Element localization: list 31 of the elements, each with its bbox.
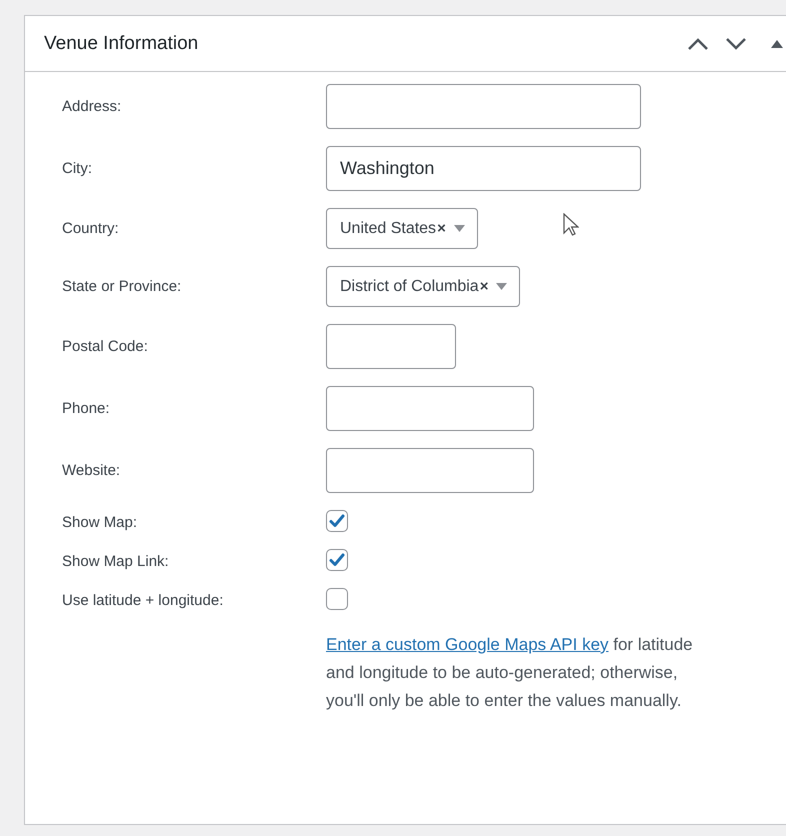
text-field[interactable] (326, 324, 456, 369)
caret-icon (454, 225, 465, 232)
field-label: Address: (62, 98, 122, 115)
field-label: City: (62, 160, 93, 177)
caret-icon (496, 283, 508, 290)
field-label: Show Map: (62, 514, 138, 531)
select-field[interactable]: United States× (326, 208, 478, 249)
collapse-button[interactable] (771, 40, 783, 48)
field-label: Show Map Link: (62, 553, 170, 570)
field-label: Use latitude + longitude: (62, 592, 224, 609)
move-up-button[interactable] (687, 36, 709, 50)
text-field[interactable]: Washington (326, 146, 641, 191)
panel-title: Venue Information (44, 32, 200, 54)
checkbox[interactable] (326, 549, 348, 571)
text-field[interactable] (326, 84, 641, 129)
pointer-icon (563, 213, 579, 237)
checkbox[interactable] (326, 510, 348, 532)
text-field[interactable] (326, 448, 534, 493)
move-down-button[interactable] (725, 36, 747, 50)
field-label: Website: (62, 462, 122, 479)
text-field[interactable] (326, 386, 534, 431)
field-label: Postal Code: (62, 338, 149, 355)
checkbox[interactable] (326, 588, 348, 610)
field-label: State or Province: (62, 278, 182, 295)
field-label: Country: (62, 220, 120, 237)
clear-icon[interactable]: × (480, 278, 488, 295)
help-text: Enter a custom Google Maps API key for latitude and longitude to be auto-generated; otherwise, you'll only be able to enter the values manually. (326, 634, 694, 712)
field-label: Phone: (62, 400, 111, 417)
clear-icon[interactable]: × (437, 220, 446, 237)
api-key-link[interactable]: Enter a custom Google Maps API key (326, 635, 609, 654)
select-field[interactable]: District of Columbia× (326, 266, 520, 307)
